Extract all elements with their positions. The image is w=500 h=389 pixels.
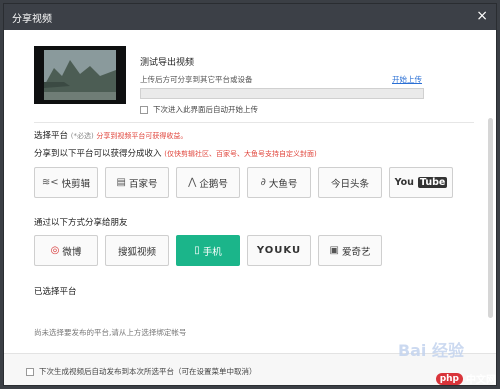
platform-youku-button[interactable]: YOUKU (247, 235, 311, 266)
platform-toutiao-button[interactable]: 今日头条 (318, 167, 382, 198)
platform-label: 大鱼号 (268, 178, 298, 190)
qiehao-icon: ⋀ (188, 177, 197, 188)
youtube-logo-text: You (394, 177, 414, 188)
platform-label: 微博 (62, 246, 82, 258)
platform-dayuhao-button[interactable]: ∂ 大鱼号 (247, 167, 311, 198)
close-icon[interactable]: × (476, 8, 488, 24)
friend-platform-list: ◎ 微博 搜狐视频 ▯ 手机 YOUKU ▣ 爱奇艺 (34, 235, 382, 266)
revenue-header: 分享到以下平台可以获得分成收入 (仅快剪辑社区、百家号、大鱼号支持自定义封面) (34, 147, 317, 159)
revenue-platform-list: ≋< 快剪辑 ▤ 百家号 ⋀ 企鹅号 ∂ 大鱼号 今日头条 You Tube (34, 167, 453, 198)
revenue-tip: 分享到视频平台可获得收益。 (96, 132, 188, 140)
platform-kuaijianji-button[interactable]: ≋< 快剪辑 (34, 167, 98, 198)
auto-upload-label: 下次进入此界面后自动开始上传 (153, 105, 258, 114)
php-watermark: php 中文网 (435, 371, 496, 386)
video-thumbnail (34, 46, 126, 104)
dialog-title: 分享视频 (12, 13, 52, 25)
share-video-dialog: 分享视频 × 测试导出视频 上传后方可分享到其它平台或设备 开始上传 下次进入此… (3, 3, 497, 386)
platform-iqiyi-button[interactable]: ▣ 爱奇艺 (318, 235, 382, 266)
friends-section-title: 通过以下方式分享给朋友 (34, 218, 128, 228)
auto-upload-option[interactable]: 下次进入此界面后自动开始上传 (140, 104, 258, 115)
youtube-icon: Tube (417, 177, 448, 188)
platform-section-title: 选择平台 (34, 131, 69, 141)
platform-mobile-button[interactable]: ▯ 手机 (176, 235, 240, 266)
selected-platforms-title: 已选择平台 (34, 287, 77, 297)
kuaijianji-icon: ≋< (41, 177, 59, 188)
platform-label: 搜狐视频 (117, 246, 156, 258)
platform-weibo-button[interactable]: ◎ 微博 (34, 235, 98, 266)
platform-label: YOUKU (256, 245, 302, 256)
platform-label: 爱奇艺 (341, 246, 371, 258)
dialog-titlebar: 分享视频 (4, 4, 496, 30)
platform-baijiahao-button[interactable]: ▤ 百家号 (105, 167, 169, 198)
cover-note: (仅快剪辑社区、百家号、大鱼号支持自定义封面) (164, 150, 317, 158)
required-note: (*必选) (70, 132, 94, 140)
auto-upload-checkbox[interactable] (140, 105, 148, 114)
dialog-content: 测试导出视频 上传后方可分享到其它平台或设备 开始上传 下次进入此界面后自动开始… (4, 30, 496, 385)
revenue-title: 分享到以下平台可以获得分成收入 (34, 149, 162, 159)
baidu-watermark: Bai 经验 (397, 341, 464, 360)
section-divider (34, 122, 474, 123)
start-upload-link[interactable]: 开始上传 (392, 74, 422, 85)
dayuhao-icon: ∂ (260, 177, 266, 188)
scrollbar[interactable] (488, 118, 493, 318)
platform-section-header: 选择平台 (*必选) 分享到视频平台可获得收益。 (34, 129, 187, 141)
platform-label: 今日头条 (330, 178, 369, 190)
platform-sohu-button[interactable]: 搜狐视频 (105, 235, 169, 266)
platform-youtube-button[interactable]: You Tube (389, 167, 453, 198)
phone-icon: ▯ (194, 245, 200, 256)
platform-label: 快剪辑 (61, 178, 91, 190)
upload-progress-bar (140, 88, 424, 99)
auto-publish-checkbox[interactable] (26, 367, 34, 376)
weibo-icon: ◎ (50, 245, 60, 256)
auto-publish-option[interactable]: 下次生成视频后自动发布到本次所选平台（可在设置菜单中取消） (26, 366, 257, 377)
platform-qiehao-button[interactable]: ⋀ 企鹅号 (176, 167, 240, 198)
platform-label: 百家号 (128, 178, 158, 190)
platform-label: 手机 (202, 246, 222, 258)
platform-label: 企鹅号 (199, 178, 228, 190)
video-title: 测试导出视频 (140, 58, 195, 68)
php-watermark-text: 中文网 (466, 375, 496, 386)
iqiyi-icon: ▣ (329, 245, 339, 256)
video-thumbnail-image (34, 46, 126, 104)
empty-selection-tip: 尚未选择要发布的平台,请从上方选择绑定帐号 (34, 328, 187, 337)
php-logo: php (435, 372, 463, 385)
upload-description: 上传后方可分享到其它平台或设备 (140, 75, 253, 84)
baijiahao-icon: ▤ (116, 177, 126, 188)
auto-publish-label: 下次生成视频后自动发布到本次所选平台（可在设置菜单中取消） (39, 367, 257, 376)
